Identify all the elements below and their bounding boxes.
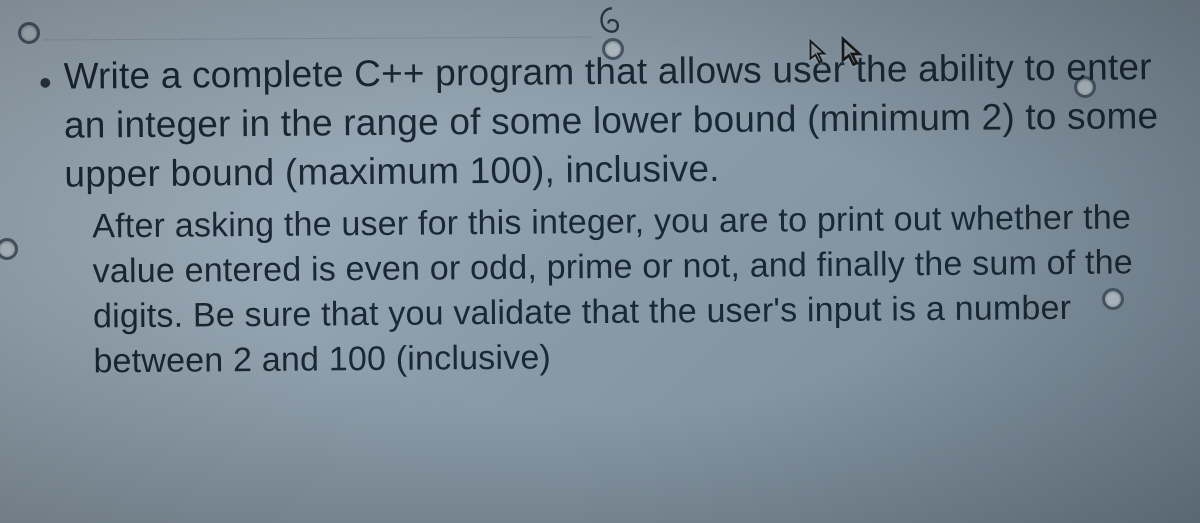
sub-instruction-text: After asking the user for this integer, … <box>92 196 1162 385</box>
main-instruction-text: Write a complete C++ program that allows… <box>63 43 1160 199</box>
bullet-marker: • <box>39 61 52 104</box>
assignment-content: • Write a complete C++ program that allo… <box>0 0 1200 385</box>
bullet-item: • Write a complete C++ program that allo… <box>39 43 1160 199</box>
